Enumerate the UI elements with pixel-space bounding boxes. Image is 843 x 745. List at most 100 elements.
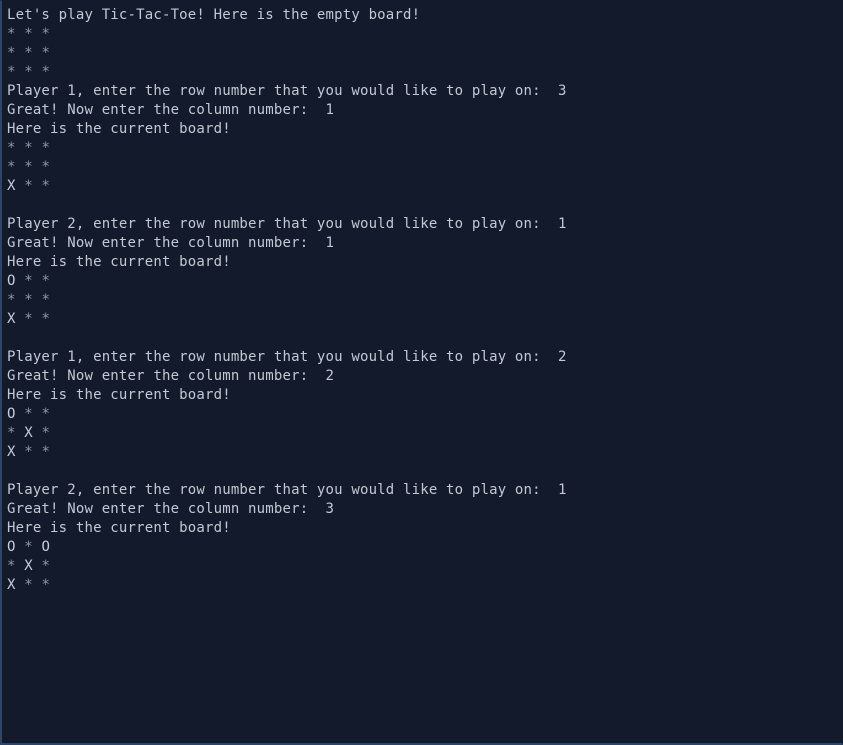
board-cell-r1c1: * xyxy=(7,140,16,156)
board-cell-r1c3: * xyxy=(41,140,51,156)
prompt-label: Player 2, enter the row number that you … xyxy=(7,482,558,498)
board-cell-r3c2: * xyxy=(24,64,33,80)
board-cell-r3c2: * xyxy=(24,311,33,327)
prompt-entered-value: 1 xyxy=(557,482,567,498)
board-header-3: Here is the current board! xyxy=(7,387,231,403)
board-state-1-row-1: * * * xyxy=(7,139,842,158)
board-cell-gap xyxy=(16,26,25,42)
board-cell-r1c2: * xyxy=(24,406,33,422)
board-cell-r3c1: X xyxy=(7,311,16,327)
prompt-label: Great! Now enter the column number: xyxy=(7,501,326,517)
board-cell-gap xyxy=(16,292,25,308)
board-cell-gap xyxy=(16,425,25,441)
board-cell-r1c2: * xyxy=(24,140,33,156)
board-state-4-row-1: O * O xyxy=(7,538,842,557)
board-cell-r1c1: O xyxy=(7,539,16,555)
board-cell-r1c3: * xyxy=(41,406,51,422)
board-cell-r1c1: O xyxy=(7,406,16,422)
board-cell-r2c3: * xyxy=(41,292,51,308)
col-prompt-3: Great! Now enter the column number: 2 xyxy=(7,367,842,386)
prompt-entered-value: 1 xyxy=(325,102,335,118)
board-empty-row-2: * * * xyxy=(7,44,842,63)
board-state-2-row-2: * * * xyxy=(7,291,842,310)
col-prompt-1: Great! Now enter the column number: 1 xyxy=(7,101,842,120)
board-cell-r2c3: * xyxy=(41,558,51,574)
board-cell-r2c1: * xyxy=(7,425,16,441)
board-cell-r3c1: X xyxy=(7,178,16,194)
board-cell-r1c3: * xyxy=(41,26,51,42)
board-cell-gap xyxy=(16,178,25,194)
prompt-entered-value: 3 xyxy=(557,83,567,99)
terminal-output: Let's play Tic-Tac-Toe! Here is the empt… xyxy=(7,6,842,595)
board-cell-r2c2: * xyxy=(24,45,33,61)
board-cell-r3c3: * xyxy=(41,64,51,80)
intro-line: Let's play Tic-Tac-Toe! Here is the empt… xyxy=(7,7,421,23)
prompt-label: Great! Now enter the column number: xyxy=(7,368,326,384)
board-state-4-row-3: X * * xyxy=(7,576,842,595)
board-cell-r2c3: * xyxy=(41,425,51,441)
board-cell-r1c2: * xyxy=(24,273,33,289)
board-cell-r3c3: * xyxy=(41,444,51,460)
prompt-entered-value: 1 xyxy=(325,235,335,251)
board-cell-gap xyxy=(16,406,25,422)
board-cell-gap xyxy=(16,539,25,555)
board-state-1-row-2: * * * xyxy=(7,158,842,177)
prompt-label: Player 1, enter the row number that you … xyxy=(7,349,558,365)
row-prompt-1: Player 1, enter the row number that you … xyxy=(7,82,842,101)
board-cell-r3c3: * xyxy=(41,577,51,593)
board-header-4: Here is the current board! xyxy=(7,520,231,536)
board-cell-r1c2: * xyxy=(24,26,33,42)
board-cell-r3c2: * xyxy=(24,577,33,593)
board-cell-r2c1: * xyxy=(7,159,16,175)
board-state-2-row-3: X * * xyxy=(7,310,842,329)
board-cell-gap xyxy=(16,311,25,327)
board-cell-r2c3: * xyxy=(41,159,51,175)
terminal-window[interactable]: Let's play Tic-Tac-Toe! Here is the empt… xyxy=(0,0,843,745)
prompt-label: Great! Now enter the column number: xyxy=(7,235,326,251)
board-cell-gap xyxy=(16,64,25,80)
board-cell-r2c3: * xyxy=(41,45,51,61)
board-cell-gap xyxy=(16,444,25,460)
board-cell-r2c2: X xyxy=(24,558,33,574)
board-cell-gap xyxy=(16,159,25,175)
board-cell-r3c1: * xyxy=(7,64,16,80)
board-cell-r2c1: * xyxy=(7,292,16,308)
board-cell-r2c2: X xyxy=(24,425,33,441)
board-cell-r2c1: * xyxy=(7,558,16,574)
prompt-entered-value: 2 xyxy=(557,349,567,365)
prompt-entered-value: 1 xyxy=(557,216,567,232)
board-cell-r1c1: * xyxy=(7,26,16,42)
col-prompt-2: Great! Now enter the column number: 1 xyxy=(7,234,842,253)
board-cell-gap xyxy=(16,558,25,574)
prompt-label: Great! Now enter the column number: xyxy=(7,102,326,118)
board-cell-r3c1: X xyxy=(7,444,16,460)
board-cell-r3c1: X xyxy=(7,577,16,593)
board-cell-r3c2: * xyxy=(24,178,33,194)
board-empty-row-1: * * * xyxy=(7,25,842,44)
prompt-label: Player 1, enter the row number that you … xyxy=(7,83,558,99)
board-cell-gap xyxy=(16,45,25,61)
board-cell-r2c2: * xyxy=(24,159,33,175)
prompt-entered-value: 3 xyxy=(325,501,335,517)
board-cell-r1c1: O xyxy=(7,273,16,289)
row-prompt-2: Player 2, enter the row number that you … xyxy=(7,215,842,234)
board-cell-gap xyxy=(16,140,25,156)
board-cell-r2c2: * xyxy=(24,292,33,308)
prompt-label: Player 2, enter the row number that you … xyxy=(7,216,558,232)
board-cell-r1c2: * xyxy=(24,539,33,555)
board-state-3-row-1: O * * xyxy=(7,405,842,424)
board-state-3-row-2: * X * xyxy=(7,424,842,443)
board-state-2-row-1: O * * xyxy=(7,272,842,291)
board-cell-r3c3: * xyxy=(41,178,51,194)
board-empty-row-3: * * * xyxy=(7,63,842,82)
board-state-1-row-3: X * * xyxy=(7,177,842,196)
board-cell-r1c3: * xyxy=(41,273,51,289)
board-cell-r3c3: * xyxy=(41,311,51,327)
board-header-2: Here is the current board! xyxy=(7,254,231,270)
board-state-4-row-2: * X * xyxy=(7,557,842,576)
board-cell-r3c2: * xyxy=(24,444,33,460)
board-cell-gap xyxy=(16,577,25,593)
